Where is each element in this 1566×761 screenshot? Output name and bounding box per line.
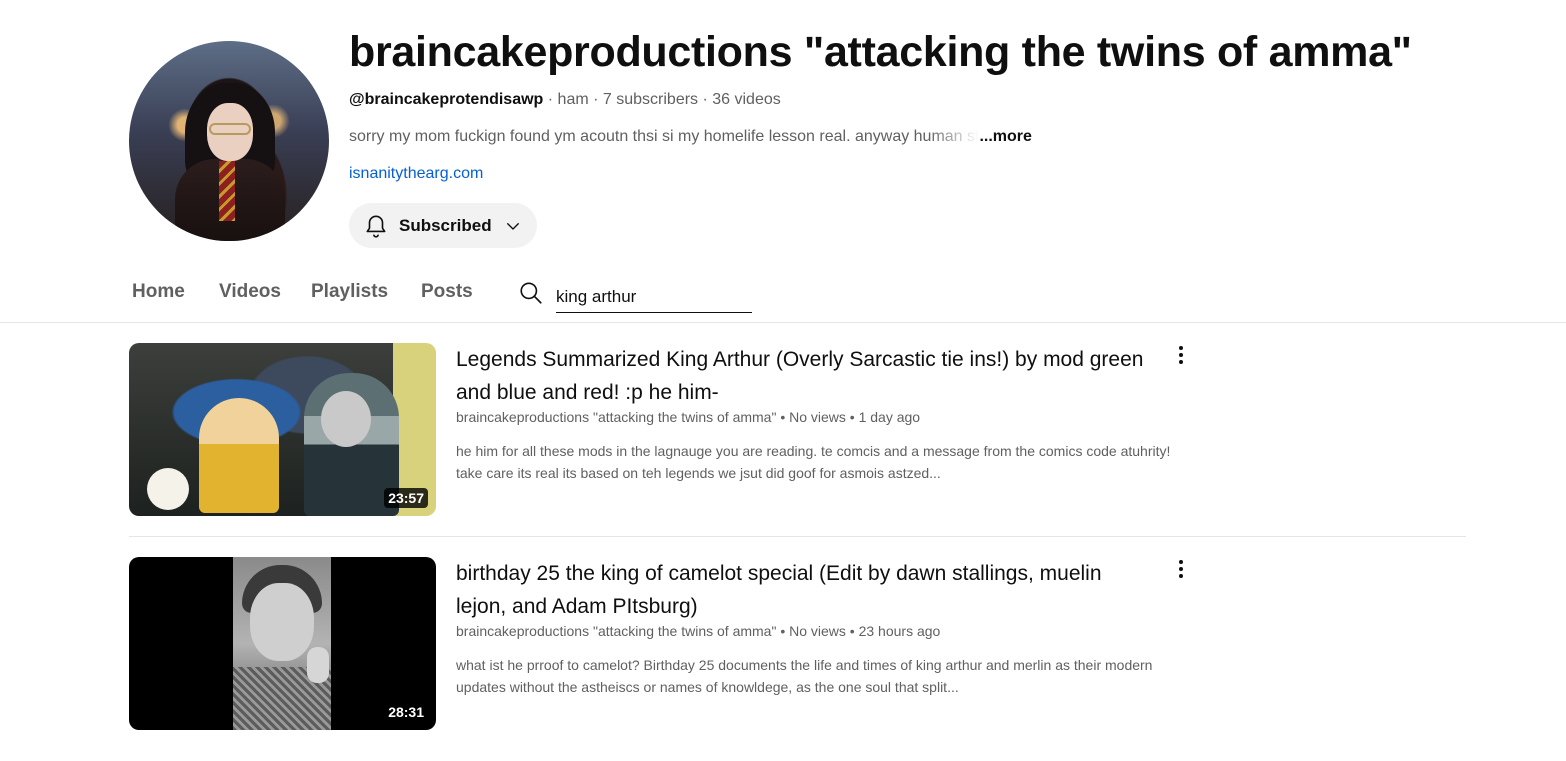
video-duration: 23:57 bbox=[384, 488, 428, 508]
channel-description[interactable]: sorry my mom fuckign found ym acoutn ths… bbox=[349, 128, 1032, 146]
video-title[interactable]: birthday 25 the king of camelot special … bbox=[456, 557, 1156, 623]
video-duration: 28:31 bbox=[384, 702, 428, 722]
chevron-down-icon bbox=[506, 222, 519, 230]
tab-videos[interactable]: Videos bbox=[219, 281, 281, 303]
more-vert-icon[interactable] bbox=[1169, 557, 1193, 581]
channel-link[interactable]: isnanitythearg.com bbox=[349, 165, 483, 183]
tab-home[interactable]: Home bbox=[132, 281, 185, 303]
video-thumbnail[interactable]: 23:57 bbox=[129, 343, 436, 516]
video-description: what ist he prroof to camelot? Birthday … bbox=[456, 657, 1153, 695]
subscribed-button[interactable]: Subscribed bbox=[349, 203, 537, 248]
bell-icon bbox=[366, 214, 386, 238]
more-link[interactable]: ...more bbox=[979, 128, 1031, 145]
search-icon[interactable] bbox=[518, 280, 544, 306]
tabs-divider bbox=[0, 322, 1566, 323]
channel-avatar[interactable] bbox=[129, 41, 329, 241]
video-meta: braincakeproductions "attacking the twin… bbox=[456, 623, 941, 639]
row-divider bbox=[129, 536, 1466, 537]
channel-search-input[interactable] bbox=[556, 282, 752, 313]
channel-title: braincakeproductions "attacking the twin… bbox=[349, 28, 1412, 76]
video-title[interactable]: Legends Summarized King Arthur (Overly S… bbox=[456, 343, 1156, 409]
channel-description-text: sorry my mom fuckign found ym acoutn ths… bbox=[349, 128, 980, 145]
tab-playlists[interactable]: Playlists bbox=[311, 281, 388, 303]
channel-handle: @braincakeprotendisawp bbox=[349, 91, 544, 108]
video-thumbnail[interactable]: 28:31 bbox=[129, 557, 436, 730]
video-description: he him for all these mods in the lagnaug… bbox=[456, 443, 1171, 481]
channel-meta: @braincakeprotendisawp · ham · 7 subscri… bbox=[349, 91, 781, 109]
tab-posts[interactable]: Posts bbox=[421, 281, 473, 303]
subscribed-label: Subscribed bbox=[399, 215, 492, 235]
more-vert-icon[interactable] bbox=[1169, 343, 1193, 367]
channel-stats: · ham · 7 subscribers · 36 videos bbox=[543, 91, 781, 108]
video-meta: braincakeproductions "attacking the twin… bbox=[456, 409, 921, 425]
